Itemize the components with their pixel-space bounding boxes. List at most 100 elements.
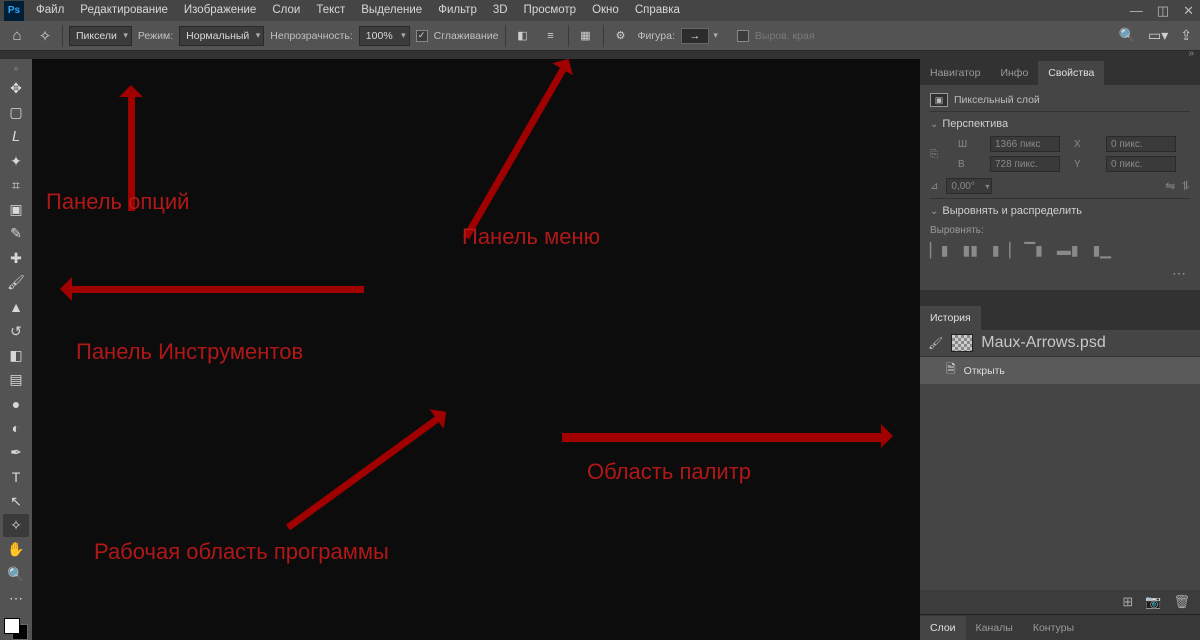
antialias-checkbox[interactable]: ✓	[416, 30, 428, 42]
new-doc-icon[interactable]: ⊞	[1122, 594, 1133, 610]
align-right-icon[interactable]: ▮▕	[992, 242, 1010, 259]
menu-help[interactable]: Справка	[627, 0, 688, 21]
opacity-label: Непрозрачность:	[270, 30, 353, 42]
edit-toolbar-icon[interactable]: ⋯	[3, 587, 29, 609]
gear-icon[interactable]: ⚙	[610, 25, 632, 47]
close-icon[interactable]: ✕	[1183, 0, 1194, 21]
history-brush-icon: 🖌	[928, 336, 943, 350]
zoom-tool-icon[interactable]: 🔍	[3, 563, 29, 585]
flip-horizontal-icon[interactable]: ⇋	[1165, 179, 1175, 194]
gradient-tool-icon[interactable]: ▤	[3, 369, 29, 391]
foreground-background-swatch[interactable]	[4, 618, 28, 640]
workspace-icon[interactable]: ▭▾	[1148, 27, 1168, 44]
annotation-arrow	[66, 286, 364, 293]
shape-tool-icon[interactable]: ✧	[3, 514, 29, 536]
angle-field[interactable]: 0,00°	[946, 178, 992, 194]
more-icon[interactable]: ⋯	[930, 259, 1190, 282]
tab-info[interactable]: Инфо	[990, 61, 1038, 85]
x-field[interactable]: 0 пикс.	[1106, 136, 1176, 152]
align-left-icon[interactable]: ▏▮	[930, 242, 948, 259]
flip-vertical-icon[interactable]: ⥮	[1181, 179, 1190, 194]
workspace-row: ✥ ▢ 𝘓 ✦ ⌗ ▣ ✎ ✚ 🖌 ▲ ↺ ◧ ▤ ● ◐ ✒ T ↖ ✧ ✋ …	[0, 59, 1200, 640]
menu-view[interactable]: Просмотр	[516, 0, 585, 21]
tab-channels[interactable]: Каналы	[966, 616, 1023, 640]
crop-tool-icon[interactable]: ⌗	[3, 174, 29, 196]
tab-paths[interactable]: Контуры	[1023, 616, 1084, 640]
blur-tool-icon[interactable]: ●	[3, 393, 29, 415]
dodge-tool-icon[interactable]: ◐	[3, 417, 29, 439]
annotation-arrow	[128, 91, 135, 211]
link-icon[interactable]: ⎘	[930, 149, 944, 160]
tab-layers[interactable]: Слои	[920, 616, 966, 640]
height-field[interactable]: 728 пикс.	[990, 156, 1060, 172]
arrange-icon[interactable]: ▦	[575, 25, 597, 47]
hand-tool-icon[interactable]: ✋	[3, 539, 29, 561]
menu-window[interactable]: Окно	[584, 0, 627, 21]
pixel-layer-icon: ▣	[930, 93, 948, 107]
properties-panel: ▣ Пиксельный слой Перспектива ⎘ Ш 1366 п…	[920, 85, 1200, 290]
annotation-arrow	[562, 433, 887, 442]
pen-tool-icon[interactable]: ✒	[3, 441, 29, 463]
snapshot-icon[interactable]: 📷	[1145, 594, 1161, 610]
shape-select[interactable]: →	[681, 28, 709, 44]
align-vcenter-icon[interactable]: ▬▮	[1057, 242, 1079, 259]
history-file-row[interactable]: 🖌 Maux-Arrows.psd	[920, 330, 1200, 357]
frame-tool-icon[interactable]: ▣	[3, 198, 29, 220]
annotation-arrow	[463, 63, 569, 240]
home-icon[interactable]: ⌂	[6, 25, 28, 47]
search-icon[interactable]: 🔍	[1119, 27, 1136, 44]
stamp-tool-icon[interactable]: ▲	[3, 296, 29, 318]
plugins-icon[interactable]: ✧	[34, 25, 56, 47]
tab-history[interactable]: История	[920, 306, 981, 330]
align-section[interactable]: Выровнять и распределить	[930, 198, 1190, 223]
healing-tool-icon[interactable]: ✚	[3, 247, 29, 269]
align-top-icon[interactable]: ▔▮	[1024, 242, 1042, 259]
canvas-area[interactable]: Панель опций Панель меню Панель Инструме…	[32, 59, 920, 640]
menu-image[interactable]: Изображение	[176, 0, 264, 21]
maximize-icon[interactable]: ◫	[1157, 0, 1169, 21]
y-field[interactable]: 0 пикс.	[1106, 156, 1176, 172]
tab-navigator[interactable]: Навигатор	[920, 61, 990, 85]
menu-3d[interactable]: 3D	[485, 0, 516, 21]
menu-filter[interactable]: Фильтр	[430, 0, 485, 21]
history-brush-icon[interactable]: ↺	[3, 320, 29, 342]
align-edges-checkbox[interactable]: ✓	[737, 30, 749, 42]
share-icon[interactable]: ⇪	[1180, 27, 1192, 44]
align-bottom-icon[interactable]: ▮▁	[1093, 242, 1111, 259]
history-thumbnail	[951, 334, 973, 352]
unit-select[interactable]: Пиксели	[69, 26, 132, 46]
eyedropper-tool-icon[interactable]: ✎	[3, 223, 29, 245]
minimize-icon[interactable]: —	[1130, 0, 1143, 21]
type-tool-icon[interactable]: T	[3, 466, 29, 488]
opacity-select[interactable]: 100%	[359, 26, 410, 46]
annotation-tools-label: Панель Инструментов	[76, 339, 303, 365]
tab-properties[interactable]: Свойства	[1038, 61, 1104, 85]
path-ops-icon[interactable]: ◧	[512, 25, 534, 47]
menu-layers[interactable]: Слои	[264, 0, 308, 21]
annotation-options-label: Панель опций	[46, 189, 189, 215]
panel-gap	[920, 290, 1200, 304]
history-panel: 🖌 Maux-Arrows.psd 🗎 Открыть ⊞ 📷 🗑	[920, 330, 1200, 614]
wand-tool-icon[interactable]: ✦	[3, 150, 29, 172]
align-hcenter-icon[interactable]: ▮▮	[962, 242, 977, 259]
marquee-tool-icon[interactable]: ▢	[3, 101, 29, 123]
menu-select[interactable]: Выделение	[353, 0, 430, 21]
width-field[interactable]: 1366 пикс	[990, 136, 1060, 152]
trash-icon[interactable]: 🗑	[1173, 594, 1190, 610]
path-select-icon[interactable]: ↖	[3, 490, 29, 512]
brush-tool-icon[interactable]: 🖌	[3, 271, 29, 293]
perspective-section[interactable]: Перспектива	[930, 111, 1190, 136]
menu-text[interactable]: Текст	[308, 0, 353, 21]
move-tool-icon[interactable]: ✥	[3, 77, 29, 99]
history-step[interactable]: 🗎 Открыть	[920, 357, 1200, 384]
eraser-tool-icon[interactable]: ◧	[3, 344, 29, 366]
divider	[62, 25, 63, 47]
menu-file[interactable]: Файл	[28, 0, 72, 21]
figure-label: Фигура:	[638, 30, 675, 42]
ps-logo-icon: Ps	[4, 1, 24, 21]
menu-edit[interactable]: Редактирование	[72, 0, 176, 21]
align-icon[interactable]: ≡	[540, 25, 562, 47]
mode-select[interactable]: Нормальный	[179, 26, 264, 46]
lasso-tool-icon[interactable]: 𝘓	[3, 126, 29, 148]
window-controls: — ◫ ✕	[1130, 0, 1194, 21]
